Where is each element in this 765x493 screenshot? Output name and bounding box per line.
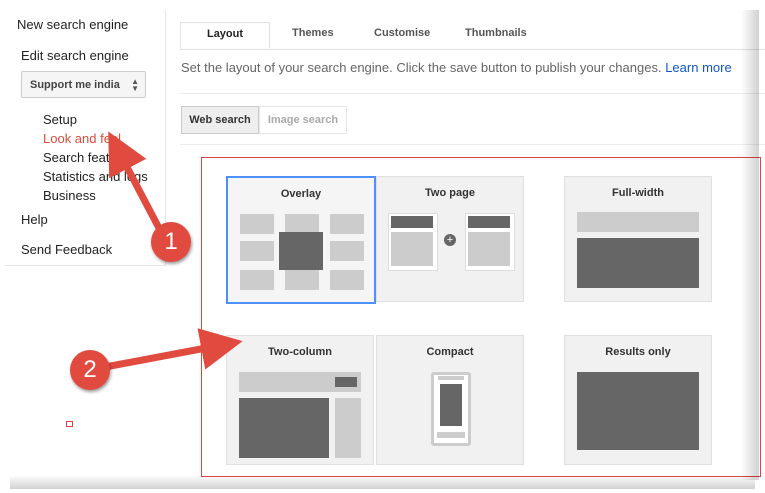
- cse-control-panel: New search engine Edit search engine Sup…: [0, 0, 765, 493]
- layout-preview-block: [391, 232, 433, 266]
- layout-title: Two page: [425, 187, 475, 199]
- annotation-badge-2: 2: [70, 350, 110, 390]
- layout-preview-block: [437, 432, 465, 438]
- layout-card-results-only[interactable]: Results only: [564, 335, 712, 465]
- sidebar-item-setup[interactable]: Setup: [43, 112, 77, 127]
- sidebar-item-search-features[interactable]: Search features: [43, 150, 135, 165]
- help-link[interactable]: Help: [21, 212, 48, 227]
- layout-preview-block: [240, 241, 274, 261]
- new-search-engine-link[interactable]: New search engine: [17, 17, 128, 32]
- annotation-badge-1: 1: [151, 222, 191, 262]
- learn-more-link[interactable]: Learn more: [665, 60, 731, 75]
- layout-title: Compact: [426, 346, 474, 358]
- tab-layout[interactable]: Layout: [180, 22, 270, 49]
- layout-preview-block: [577, 212, 699, 232]
- layout-preview-block: [240, 270, 274, 290]
- layout-card-compact[interactable]: Compact: [376, 335, 524, 465]
- up-down-arrows-icon: ▲ ▼: [131, 77, 139, 93]
- layout-card-overlay[interactable]: Overlay: [226, 176, 376, 304]
- layout-preview-block: [577, 238, 699, 288]
- layout-preview-overlay: [279, 232, 323, 270]
- layout-preview-block: [285, 214, 319, 234]
- layout-preview-block: [285, 270, 319, 290]
- layout-preview-block: [440, 384, 462, 426]
- layout-card-two-page[interactable]: Two page +: [376, 176, 524, 302]
- layout-preview-block: [240, 214, 274, 234]
- layout-title: Results only: [605, 346, 671, 358]
- web-search-toggle[interactable]: Web search: [181, 106, 259, 134]
- sidebar: New search engine Edit search engine Sup…: [5, 10, 166, 266]
- layout-preview-block: [335, 377, 357, 387]
- tab-bar: Layout Themes Customise Thumbnails: [180, 22, 765, 50]
- layout-preview-block: [468, 216, 510, 228]
- layout-title: Two-column: [268, 346, 332, 358]
- plus-icon: +: [444, 234, 456, 246]
- layout-preview-block: [335, 398, 361, 458]
- tab-thumbnails[interactable]: Thumbnails: [465, 27, 527, 39]
- divider: [180, 144, 765, 145]
- layout-card-full-width[interactable]: Full-width: [564, 176, 712, 302]
- layout-preview-block: [438, 376, 464, 380]
- send-feedback-link[interactable]: Send Feedback: [21, 242, 112, 257]
- torn-edge-shadow: [10, 475, 755, 489]
- tab-customise[interactable]: Customise: [374, 27, 430, 39]
- layout-preview-block: [577, 372, 699, 450]
- divider: [180, 93, 765, 94]
- engine-select[interactable]: Support me india ▲ ▼: [21, 71, 146, 98]
- tab-themes[interactable]: Themes: [292, 27, 334, 39]
- annotation-marker: [66, 421, 73, 427]
- layout-preview-block: [239, 398, 329, 458]
- description-text: Set the layout of your search engine. Cl…: [181, 60, 662, 75]
- image-search-toggle[interactable]: Image search: [259, 106, 347, 134]
- edit-search-engine-link[interactable]: Edit search engine: [21, 48, 129, 63]
- layout-preview-block: [330, 214, 364, 234]
- layout-preview-block: [391, 216, 433, 228]
- layout-preview-block: [468, 232, 510, 266]
- engine-select-label: Support me india: [30, 79, 120, 91]
- sidebar-item-look-and-feel[interactable]: Look and feel: [43, 131, 121, 146]
- layout-title: Overlay: [280, 188, 322, 200]
- sidebar-item-business[interactable]: Business: [43, 188, 96, 203]
- layout-card-two-column[interactable]: Two-column: [226, 335, 374, 465]
- layout-preview-block: [330, 241, 364, 261]
- layout-description: Set the layout of your search engine. Cl…: [181, 60, 732, 75]
- layout-title: Full-width: [612, 187, 664, 199]
- layout-preview-block: [330, 270, 364, 290]
- torn-edge-shadow: [741, 10, 759, 480]
- sidebar-item-statistics-and-logs[interactable]: Statistics and logs: [43, 169, 148, 184]
